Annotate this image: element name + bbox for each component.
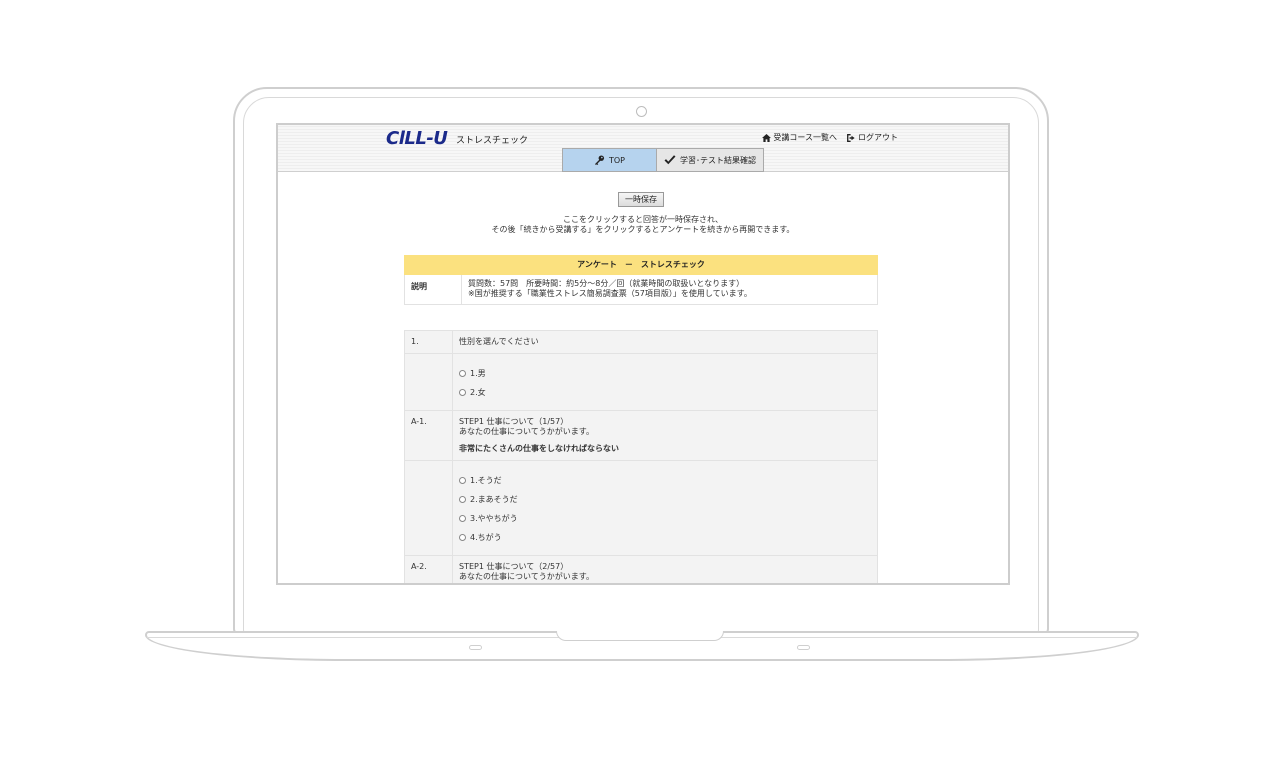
option-label: 4.ちがう [470, 532, 502, 542]
app-header: ClLL-U ストレスチェック 受講コース一覧へ ログアウト TOP 学習･テス… [278, 125, 1008, 172]
radio-button[interactable] [459, 370, 466, 377]
question-number: 1. [405, 331, 453, 353]
temp-save-button[interactable]: 一時保存 [618, 192, 664, 207]
question-text: 性別を選んでください [459, 337, 539, 346]
description-text: 質問数：57問 所要時間：約5分～8分／回（就業時間の取扱いとなります） ※国が… [462, 275, 758, 304]
options-row: 1.そうだ 2.まあそうだ 3.ややちがう 4.ちがう [405, 461, 877, 556]
question-intro: あなたの仕事についてうかがいます。 [459, 572, 594, 581]
option-label: 2.女 [470, 387, 486, 397]
question-row: A-2. STEP1 仕事について（2/57） あなたの仕事についてうかがいます… [405, 556, 877, 583]
option-female[interactable]: 2.女 [459, 383, 871, 402]
options-row: 1.男 2.女 [405, 354, 877, 411]
option-3[interactable]: 3.ややちがう [459, 509, 871, 528]
option-list: 1.そうだ 2.まあそうだ 3.ややちがう 4.ちがう [453, 461, 877, 555]
logout-link[interactable]: ログアウト [847, 132, 898, 143]
tab-top[interactable]: TOP [562, 148, 657, 172]
option-label: 3.ややちがう [470, 513, 518, 523]
question-body: STEP1 仕事について（1/57） あなたの仕事についてうかがいます。 非常に… [453, 411, 877, 460]
save-note-line1: ここをクリックすると回答が一時保存され、 [562, 215, 724, 224]
question-step: STEP1 仕事について（2/57） [459, 562, 569, 571]
logo: ClLL-U [386, 128, 448, 149]
question-row: A-1. STEP1 仕事について（1/57） あなたの仕事についてうかがいます… [405, 411, 877, 461]
camera-icon [636, 106, 647, 117]
description-line2: ※国が推奨する「職業性ストレス簡易調査票（57項目版）」を使用しています。 [468, 289, 752, 298]
tab-top-label: TOP [608, 155, 625, 165]
course-list-link[interactable]: 受講コース一覧へ [762, 132, 837, 143]
question-number: A-2. [405, 556, 453, 583]
options-spacer [405, 354, 453, 410]
logout-label: ログアウト [858, 133, 898, 142]
header-links: 受講コース一覧へ ログアウト [762, 132, 898, 143]
option-2[interactable]: 2.まあそうだ [459, 490, 871, 509]
option-label: 2.まあそうだ [470, 494, 518, 504]
logout-icon [847, 133, 855, 142]
option-4[interactable]: 4.ちがう [459, 528, 871, 547]
question-table: 1. 性別を選んでください 1.男 2.女 A-1. STEP1 仕事について（… [404, 330, 878, 583]
laptop-foot-right [797, 645, 810, 650]
app-title: ストレスチェック [456, 136, 529, 146]
survey-description: 説明 質問数：57問 所要時間：約5分～8分／回（就業時間の取扱いとなります） … [404, 275, 878, 305]
radio-button[interactable] [459, 477, 466, 484]
option-label: 1.そうだ [470, 475, 502, 485]
question-text: 非常にたくさんの仕事をしなければならない [459, 444, 619, 453]
question-body: STEP1 仕事について（2/57） あなたの仕事についてうかがいます。 [453, 556, 877, 583]
description-label: 説明 [405, 275, 462, 304]
option-label: 1.男 [470, 368, 486, 378]
save-note: ここをクリックすると回答が一時保存され、 その後「続きから受講する」をクリックす… [278, 215, 1008, 235]
question-intro: あなたの仕事についてうかがいます。 [459, 427, 594, 436]
options-spacer [405, 461, 453, 555]
question-step: STEP1 仕事について（1/57） [459, 417, 569, 426]
question-number: A-1. [405, 411, 453, 460]
radio-button[interactable] [459, 534, 466, 541]
tab-results-label: 学習･テスト結果確認 [680, 155, 756, 165]
survey-title: アンケート － ストレスチェック [404, 255, 878, 275]
radio-button[interactable] [459, 389, 466, 396]
description-line1: 質問数：57問 所要時間：約5分～8分／回（就業時間の取扱いとなります） [468, 279, 745, 288]
browser-screen: ClLL-U ストレスチェック 受講コース一覧へ ログアウト TOP 学習･テス… [276, 123, 1010, 585]
save-note-line2: その後「続きから受講する」をクリックするとアンケートを続きから再開できます。 [491, 225, 795, 234]
tab-results[interactable]: 学習･テスト結果確認 [657, 148, 764, 172]
question-row: 1. 性別を選んでください [405, 331, 877, 354]
option-male[interactable]: 1.男 [459, 364, 871, 383]
option-1[interactable]: 1.そうだ [459, 471, 871, 490]
radio-button[interactable] [459, 515, 466, 522]
course-list-label: 受講コース一覧へ [773, 133, 837, 142]
laptop-foot-left [469, 645, 482, 650]
home-icon [762, 133, 772, 142]
checkmark-icon [664, 155, 676, 165]
nav-tabs: TOP 学習･テスト結果確認 [562, 148, 764, 172]
key-icon [594, 155, 605, 165]
laptop-notch [556, 631, 724, 641]
radio-button[interactable] [459, 496, 466, 503]
option-list: 1.男 2.女 [453, 354, 877, 410]
